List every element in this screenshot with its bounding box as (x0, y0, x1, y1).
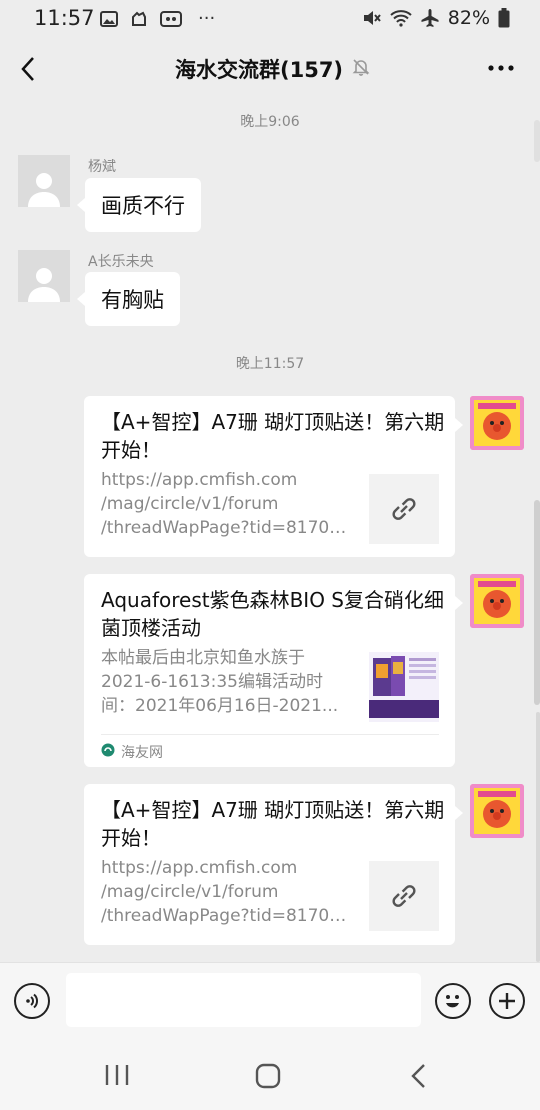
card-title: 【A+智控】A7珊 瑚灯顶贴送！第六期开始！ (101, 798, 445, 850)
nav-back-icon[interactable] (406, 1062, 432, 1094)
card-description: 本帖最后由北京知鱼水族于 2021-6-1613:35编辑活动时 间：2021年… (101, 648, 339, 716)
app-icon (160, 10, 182, 28)
chat-title: 海水交流群(157) (175, 58, 344, 82)
link-icon (369, 474, 439, 544)
card-title: Aquaforest紫色森林BIO S复合硝化细菌顶楼活动 (101, 588, 444, 640)
input-bar (0, 962, 540, 1041)
status-more: ··· (198, 8, 216, 29)
more-icon[interactable] (486, 56, 516, 80)
card-title: 【A+智控】A7珊 瑚灯顶贴送！第六期开始！ (101, 410, 445, 462)
link-card[interactable]: 【A+智控】A7珊 瑚灯顶贴送！第六期开始！ https://app.cmfis… (84, 396, 463, 557)
link-icon (369, 861, 439, 931)
battery-icon (498, 8, 510, 28)
wifi-icon (390, 9, 412, 27)
system-nav-bar (0, 1040, 540, 1110)
article-card[interactable]: Aquaforest紫色森林BIO S复合硝化细菌顶楼活动 本帖最后由北京知鱼水… (84, 574, 463, 768)
edge-panel-handle[interactable] (534, 120, 540, 162)
avatar[interactable] (18, 155, 70, 207)
emoji-icon[interactable] (435, 983, 471, 1019)
status-bar: 11:57 ··· 82% (0, 0, 540, 38)
battery-percent: 82% (447, 7, 490, 29)
notification-icon (130, 10, 148, 28)
mute-bell-icon (351, 57, 371, 81)
recent-apps-icon[interactable] (103, 1062, 131, 1092)
scrollbar[interactable] (534, 500, 540, 705)
airplane-icon (420, 8, 440, 28)
avatar[interactable] (470, 574, 524, 628)
card-description: https://app.cmfish.com /mag/circle/v1/fo… (101, 858, 351, 926)
scroll-track (536, 712, 540, 962)
message-text: 画质不行 (101, 194, 185, 218)
avatar[interactable] (470, 396, 524, 450)
article-thumbnail (369, 652, 439, 722)
avatar[interactable] (18, 250, 70, 302)
card-description: https://app.cmfish.com /mag/circle/v1/fo… (101, 470, 351, 538)
source-logo-icon (101, 743, 115, 761)
back-arrow-icon[interactable] (14, 52, 44, 86)
chat-header: 海水交流群(157) (0, 38, 540, 100)
status-time: 11:57 (34, 6, 95, 30)
message-bubble[interactable]: 有胸贴 (77, 272, 180, 326)
message-bubble[interactable]: 画质不行 (77, 178, 201, 232)
voice-icon[interactable] (14, 983, 50, 1019)
card-source: 海友网 (101, 734, 439, 768)
message-input[interactable] (66, 973, 421, 1027)
home-icon[interactable] (254, 1062, 282, 1094)
avatar[interactable] (470, 784, 524, 838)
gallery-icon (100, 10, 118, 28)
source-name: 海友网 (121, 744, 163, 761)
plus-icon[interactable] (489, 983, 525, 1019)
sender-name: A长乐未央 (88, 254, 154, 270)
link-card[interactable]: 【A+智控】A7珊 瑚灯顶贴送！第六期开始！ https://app.cmfis… (84, 784, 463, 945)
timestamp: 晚上9:06 (240, 114, 300, 130)
sender-name: 杨斌 (88, 159, 116, 175)
mute-icon (362, 8, 382, 28)
timestamp: 晚上11:57 (235, 356, 305, 372)
message-text: 有胸贴 (101, 288, 164, 312)
